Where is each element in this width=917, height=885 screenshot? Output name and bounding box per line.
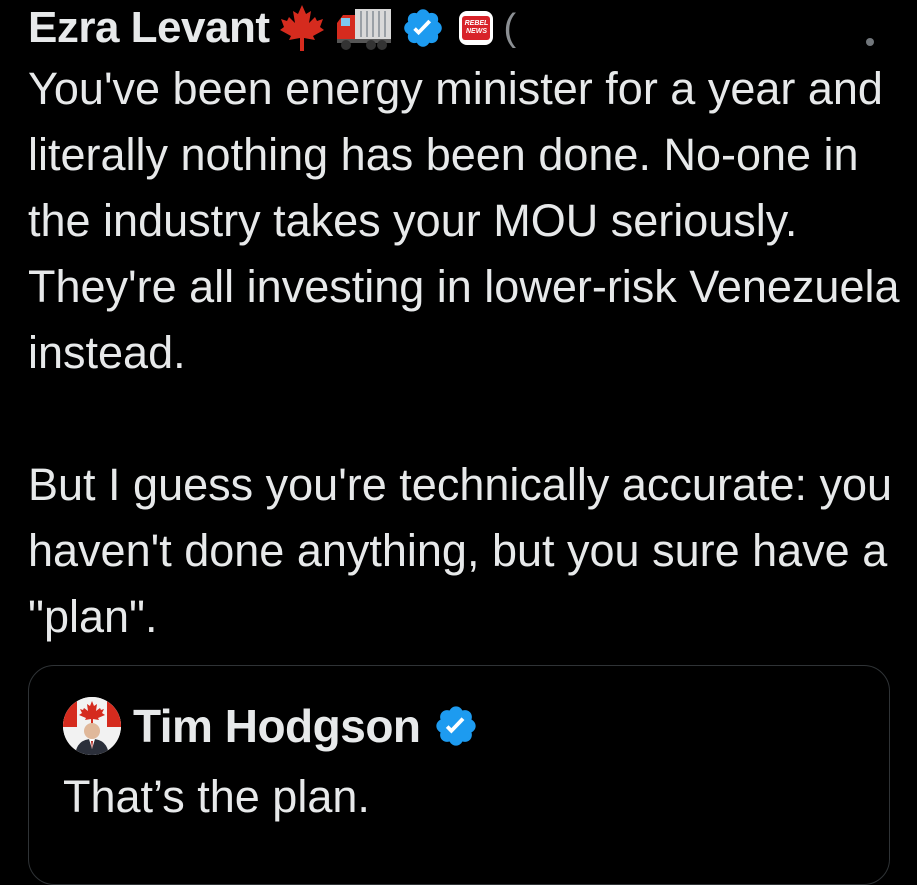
truncated-handle: (	[503, 7, 517, 49]
quoted-author-name[interactable]: Tim Hodgson	[133, 699, 421, 753]
quoted-tweet-card[interactable]: Tim Hodgson That’s the plan.	[28, 665, 890, 885]
verified-badge-icon[interactable]	[401, 6, 445, 50]
quoted-tweet-text: That’s the plan.	[63, 771, 370, 822]
tweet-header: Ezra Levant REBEL NEWS (	[28, 2, 516, 54]
rebel-news-logo-text: REBEL NEWS	[462, 16, 491, 40]
more-dots-icon[interactable]	[866, 38, 874, 46]
quoted-verified-badge-icon[interactable]	[433, 703, 479, 749]
truck-emoji-icon	[335, 5, 393, 51]
rebel-news-affiliate-badge-icon[interactable]: REBEL NEWS	[459, 11, 494, 45]
tweet-text: You've been energy minister for a year a…	[28, 63, 900, 642]
quoted-tweet-header: Tim Hodgson	[63, 696, 479, 756]
rebel-news-label: REBEL NEWS	[464, 20, 489, 35]
author-name[interactable]: Ezra Levant	[28, 3, 270, 53]
quoted-author-avatar[interactable]	[63, 697, 121, 755]
maple-leaf-emoji-icon	[277, 3, 327, 53]
